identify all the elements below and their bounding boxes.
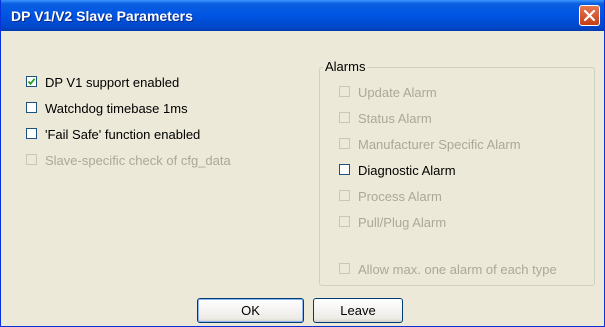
checkbox-box (26, 154, 37, 165)
checkbox-label: 'Fail Safe' function enabled (45, 127, 201, 142)
checkbox-box (339, 190, 350, 201)
checkbox-box[interactable] (339, 164, 350, 175)
checkmark-icon (27, 78, 36, 86)
checkbox-label: Status Alarm (358, 111, 432, 126)
close-icon (583, 9, 596, 22)
dialog-window: DP V1/V2 Slave Parameters DP V1 support … (0, 0, 605, 327)
close-button[interactable] (579, 5, 600, 26)
checkbox-label: Manufacturer Specific Alarm (358, 137, 521, 152)
window-title: DP V1/V2 Slave Parameters (11, 8, 193, 24)
checkbox-box[interactable] (26, 102, 37, 113)
checkbox-label: DP V1 support enabled (45, 75, 180, 90)
checkbox-label: Pull/Plug Alarm (358, 215, 447, 230)
checkbox-box (339, 138, 350, 149)
checkbox-label: Process Alarm (358, 189, 442, 204)
checkbox-box (339, 263, 350, 274)
alarms-group-label: Alarms (323, 59, 368, 74)
checkbox-box (339, 86, 350, 97)
checkbox-box[interactable] (26, 76, 37, 87)
checkbox-label: Allow max. one alarm of each type (358, 262, 557, 277)
checkbox-box (339, 112, 350, 123)
checkbox-label: Watchdog timebase 1ms (45, 101, 188, 116)
checkbox-label: Diagnostic Alarm (358, 163, 456, 178)
checkbox-box[interactable] (26, 128, 37, 139)
ok-button[interactable]: OK (197, 298, 304, 323)
checkbox-label: Slave-specific check of cfg_data (45, 153, 231, 168)
leave-button[interactable]: Leave (313, 298, 403, 323)
checkbox-label: Update Alarm (358, 85, 437, 100)
checkbox-box (339, 216, 350, 227)
title-bar[interactable]: DP V1/V2 Slave Parameters (1, 0, 604, 31)
